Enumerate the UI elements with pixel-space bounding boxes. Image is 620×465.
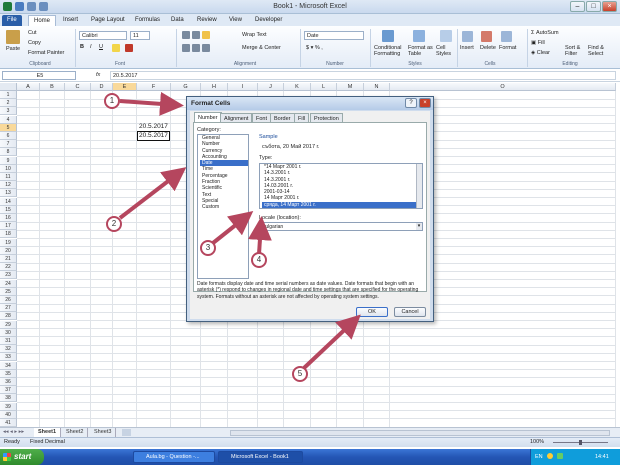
annotation-arrows (118, 91, 361, 370)
callout-1: 1 (104, 93, 120, 109)
callout-4: 4 (251, 252, 267, 268)
arrow-3 (211, 211, 254, 245)
arrow-2 (118, 167, 187, 220)
callout-2: 2 (106, 216, 122, 232)
callout-5: 5 (292, 366, 308, 382)
arrow-1 (119, 91, 184, 116)
arrow-5 (302, 314, 361, 370)
callout-3: 3 (200, 240, 216, 256)
arrow-4 (247, 216, 272, 255)
